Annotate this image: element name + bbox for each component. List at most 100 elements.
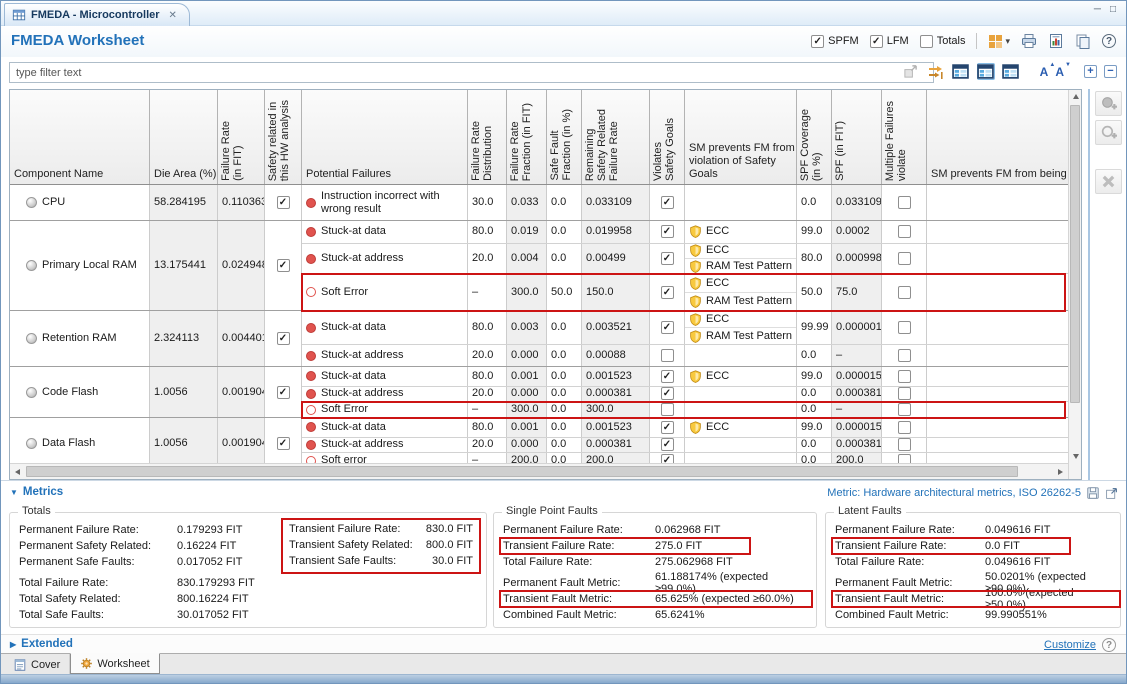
distribution-cell[interactable]: – <box>468 453 507 463</box>
safe-fraction-cell[interactable]: 0.0 <box>547 244 582 274</box>
violates-checkbox[interactable] <box>661 438 674 451</box>
failure-name-cell[interactable]: Soft Error <box>302 274 468 310</box>
spf-coverage-cell[interactable]: 99.0 <box>797 367 832 386</box>
safety-related-checkbox[interactable] <box>277 196 290 209</box>
multiple-violate-checkbox[interactable] <box>898 286 911 299</box>
failure-row-soft-error[interactable]: Soft error – 200.0 0.0 200.0 0.0 200.0 <box>302 452 1068 463</box>
distribution-cell[interactable]: 80.0 <box>468 311 507 344</box>
component-row-primary-local-ram[interactable]: Primary Local RAM 13.175441 0.024948 Stu… <box>10 221 1068 311</box>
sm-latent-cell[interactable] <box>927 367 1068 386</box>
distribution-cell[interactable]: 80.0 <box>468 418 507 437</box>
remaining-cell[interactable]: 0.000381 <box>582 438 650 453</box>
spf-cell[interactable]: 200.0 <box>832 453 882 463</box>
safety-mechanism-cell[interactable]: ECC RAM Test Pattern <box>685 244 797 274</box>
safety-mechanism-cell[interactable] <box>685 453 797 463</box>
failure-row[interactable]: Stuck-at data 80.0 0.003 0.0 0.003521 EC… <box>302 311 1068 344</box>
failure-name-cell[interactable]: Stuck-at address <box>302 387 468 402</box>
tab-cover[interactable]: Cover <box>4 654 70 675</box>
scroll-right-arrow[interactable] <box>1054 465 1067 478</box>
spf-cell[interactable]: 0.0002 <box>832 221 882 243</box>
spf-cell[interactable]: – <box>832 345 882 366</box>
spf-cell[interactable]: 75.0 <box>832 274 882 310</box>
violates-checkbox[interactable] <box>661 421 674 434</box>
font-increase-button[interactable]: A <box>1040 65 1049 79</box>
toggle-totals[interactable]: Totals <box>920 35 966 48</box>
multiple-violate-checkbox[interactable] <box>898 438 911 451</box>
spf-cell[interactable]: 0.000381 <box>832 387 882 402</box>
editor-tab-fmeda[interactable]: FMEDA - Microcontroller ✕ <box>4 3 190 26</box>
multiple-violate-checkbox[interactable] <box>898 421 911 434</box>
safety-related-checkbox[interactable] <box>277 332 290 345</box>
totals-checkbox[interactable] <box>920 35 933 48</box>
sm-latent-cell[interactable] <box>927 387 1068 402</box>
spf-cell[interactable]: 0.000015 <box>832 367 882 386</box>
spf-coverage-cell[interactable]: 80.0 <box>797 244 832 274</box>
remaining-cell[interactable]: 0.001523 <box>582 418 650 437</box>
violates-checkbox[interactable] <box>661 225 674 238</box>
remaining-cell[interactable]: 0.033109 <box>582 185 650 220</box>
violates-checkbox[interactable] <box>661 252 674 265</box>
failure-row[interactable]: Stuck-at data 80.0 0.019 0.0 0.019958 EC… <box>302 221 1068 243</box>
safe-fraction-cell[interactable]: 0.0 <box>547 453 582 463</box>
spf-coverage-cell[interactable]: 0.0 <box>797 453 832 463</box>
maximize-icon[interactable]: □ <box>1110 4 1116 15</box>
spf-coverage-cell[interactable]: 99.0 <box>797 418 832 437</box>
failure-rate-cell[interactable]: 0.004401 <box>218 311 265 366</box>
failure-row-soft-error[interactable]: Soft Error – 300.0 50.0 150.0 ECC RAM Te… <box>302 273 1068 310</box>
toggle-lfm[interactable]: LFM <box>870 35 909 48</box>
fraction-cell[interactable]: 0.004 <box>507 244 547 274</box>
failure-row[interactable]: Stuck-at address 20.0 0.000 0.0 0.00088 … <box>302 344 1068 366</box>
remaining-cell[interactable]: 300.0 <box>582 402 650 417</box>
spf-coverage-cell[interactable]: 99.0 <box>797 221 832 243</box>
remaining-cell[interactable]: 150.0 <box>582 274 650 310</box>
print-button[interactable] <box>1021 33 1037 49</box>
report-button[interactable] <box>1048 33 1064 49</box>
safe-fraction-cell[interactable]: 0.0 <box>547 402 582 417</box>
distribution-cell[interactable]: – <box>468 274 507 310</box>
safety-related-checkbox[interactable] <box>277 386 290 399</box>
delete-button[interactable] <box>1095 169 1122 194</box>
metrics-section-header[interactable]: ▼ Metrics <box>10 486 63 498</box>
failure-name-cell[interactable]: Stuck-at data <box>302 418 468 437</box>
distribution-cell[interactable]: 20.0 <box>468 387 507 402</box>
remaining-cell[interactable]: 0.019958 <box>582 221 650 243</box>
safe-fraction-cell[interactable]: 0.0 <box>547 438 582 453</box>
failure-name-cell[interactable]: Stuck-at data <box>302 311 468 344</box>
fraction-cell[interactable]: 0.000 <box>507 387 547 402</box>
safe-fraction-cell[interactable]: 50.0 <box>547 274 582 310</box>
spfm-checkbox[interactable] <box>811 35 824 48</box>
fraction-cell[interactable]: 0.001 <box>507 367 547 386</box>
fraction-cell[interactable]: 0.000 <box>507 438 547 453</box>
failure-rate-cell[interactable]: 0.024948 <box>218 221 265 310</box>
table-layout-1-button[interactable] <box>952 63 970 80</box>
failure-row[interactable]: Stuck-at address 20.0 0.004 0.0 0.00499 … <box>302 243 1068 274</box>
flow-filter-button[interactable] <box>927 63 945 80</box>
component-row-data-flash[interactable]: Data Flash 1.0056 0.001904 Stuck-at data… <box>10 418 1068 463</box>
component-row-code-flash[interactable]: Code Flash 1.0056 0.001904 Stuck-at data… <box>10 367 1068 418</box>
component-name-cell[interactable]: Retention RAM <box>10 311 150 366</box>
safe-fraction-cell[interactable]: 0.0 <box>547 345 582 366</box>
safety-mechanism-cell[interactable] <box>685 402 797 417</box>
fraction-cell[interactable]: 0.019 <box>507 221 547 243</box>
remaining-cell[interactable]: 0.000381 <box>582 387 650 402</box>
sm-latent-cell[interactable] <box>927 418 1068 437</box>
fraction-cell[interactable]: 300.0 <box>507 402 547 417</box>
scroll-up-arrow[interactable] <box>1069 90 1082 103</box>
distribution-cell[interactable]: 30.0 <box>468 185 507 220</box>
violates-checkbox[interactable] <box>661 349 674 362</box>
fraction-cell[interactable]: 0.003 <box>507 311 547 344</box>
remaining-cell[interactable]: 0.00499 <box>582 244 650 274</box>
spf-coverage-cell[interactable]: 99.99 <box>797 311 832 344</box>
distribution-cell[interactable]: 20.0 <box>468 345 507 366</box>
safe-fraction-cell[interactable]: 0.0 <box>547 367 582 386</box>
horizontal-scrollbar-thumb[interactable] <box>26 466 1018 477</box>
failure-rate-cell[interactable]: 0.001904 <box>218 367 265 417</box>
violates-checkbox[interactable] <box>661 387 674 400</box>
open-external-icon[interactable] <box>1105 487 1118 500</box>
distribution-cell[interactable]: 80.0 <box>468 221 507 243</box>
sm-latent-cell[interactable] <box>927 221 1068 243</box>
multiple-violate-checkbox[interactable] <box>898 454 911 463</box>
component-row-retention-ram[interactable]: Retention RAM 2.324113 0.004401 Stuck-at… <box>10 311 1068 367</box>
table-layout-2-button[interactable] <box>977 63 995 80</box>
spf-coverage-cell[interactable]: 50.0 <box>797 274 832 310</box>
